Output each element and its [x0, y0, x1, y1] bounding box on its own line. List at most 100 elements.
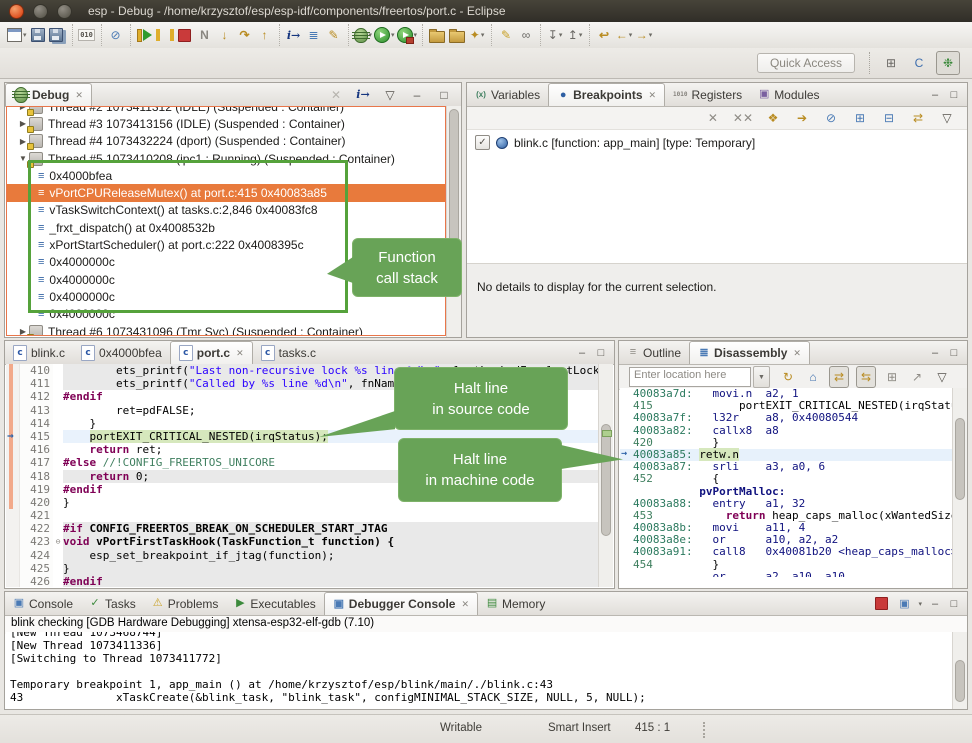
toolbar-run-launch[interactable]: ▾	[374, 25, 395, 45]
toolbar-show-execution-context[interactable]: ≣	[305, 25, 323, 45]
toolbar-search-wizard[interactable]: ✦▾	[468, 25, 486, 45]
toolbar-back[interactable]: ←▾	[615, 25, 633, 45]
panel-maximize-button[interactable]: □	[948, 598, 960, 610]
breakpoint-item[interactable]: ✓ blink.c [function: app_main] [type: Te…	[467, 130, 967, 150]
toolbar-save-all[interactable]	[49, 25, 67, 45]
panel-minimize-button[interactable]: –	[929, 598, 941, 610]
scrollbar-thumb[interactable]	[955, 418, 965, 500]
toolbar-pin[interactable]: ↗	[908, 367, 926, 387]
fold-marker-icon[interactable]: ⊖	[53, 535, 63, 548]
tab-close-icon[interactable]: ✕	[236, 348, 244, 359]
window-close-button[interactable]	[9, 4, 24, 19]
panel-minimize-button[interactable]: –	[576, 347, 588, 359]
toolbar-binary-toggle[interactable]: 010	[78, 25, 96, 45]
toolbar-remove-breakpoint[interactable]: ✕	[704, 108, 722, 128]
toolbar-open-search[interactable]: ∞	[517, 25, 535, 45]
panel-maximize-button[interactable]: □	[948, 89, 960, 101]
toolbar-sync-with-active-context[interactable]: ⇄	[829, 366, 849, 388]
code-line[interactable]: 422#if CONFIG_FREERTOS_BREAK_ON_SCHEDULE…	[6, 522, 599, 535]
tab-problems[interactable]: ⚠Problems	[144, 592, 227, 615]
cpp-perspective-button[interactable]: C	[908, 52, 930, 74]
toolbar-new-wizard[interactable]: ▾	[7, 25, 27, 45]
debug-thread-row[interactable]: ▶Thread #6 1073431096 (Tmr Svc) (Suspend…	[7, 323, 445, 336]
tab-memory[interactable]: ▤Memory	[478, 592, 553, 615]
debug-thread-row[interactable]: ▼Thread #5 1073410208 (ipc1 : Running) (…	[7, 150, 445, 167]
toolbar-external-tools[interactable]: ▾	[397, 25, 418, 45]
toolbar-open-element[interactable]	[428, 25, 446, 45]
toolbar-skip-all-breakpoints[interactable]: ⊘	[822, 108, 840, 128]
toolbar-goto-breakpoint-file[interactable]: ➔	[793, 108, 811, 128]
breakpoint-checkbox[interactable]: ✓	[475, 135, 490, 150]
toolbar-view-menu[interactable]: ▽	[381, 85, 399, 105]
toolbar-step-into[interactable]: ↓	[216, 25, 234, 45]
debug-frame-row[interactable]: ≡vTaskSwitchContext() at tasks.c:2,846 0…	[7, 202, 445, 219]
toolbar-debug-sourcelookup[interactable]: ✎	[325, 25, 343, 45]
toolbar-suspend[interactable]	[156, 25, 174, 45]
toolbar-resume[interactable]	[136, 25, 154, 45]
tab-blink-c[interactable]: cblink.c	[5, 341, 73, 364]
debug-frame-row[interactable]: ≡vPortCPUReleaseMutex() at port.c:415 0x…	[7, 184, 445, 201]
quick-access-field[interactable]: Quick Access	[757, 53, 855, 73]
tab-tasks[interactable]: ✓Tasks	[81, 592, 144, 615]
tab-close-icon[interactable]: ✕	[793, 348, 801, 359]
toolbar-skip-all-breakpoints[interactable]: ⊘	[107, 25, 125, 45]
window-maximize-button[interactable]	[57, 4, 72, 19]
tab-debug[interactable]: Debug ✕	[5, 83, 92, 106]
toolbar-forward[interactable]: →▾	[635, 25, 653, 45]
toolbar-show-breakpoint-types[interactable]: ❖	[764, 108, 782, 128]
panel-minimize-button[interactable]: –	[929, 89, 941, 101]
toolbar-home[interactable]: ⌂	[804, 367, 822, 387]
toolbar-instruction-stepping[interactable]: i→	[285, 25, 303, 45]
debug-thread-row[interactable]: ▶Thread #2 1073411312 (IDLE) (Suspended …	[7, 106, 445, 115]
toolbar-debug-launch[interactable]: ▾	[354, 25, 373, 45]
tab-close-icon[interactable]: ✕	[461, 599, 469, 610]
toolbar-refresh[interactable]: ↻	[779, 367, 797, 387]
scrollbar-thumb[interactable]	[601, 424, 611, 536]
location-dropdown-icon[interactable]: ▼	[753, 366, 770, 388]
scrollbar-thumb[interactable]	[955, 660, 965, 702]
dropdown-arrow-icon[interactable]: ▾	[918, 600, 922, 608]
debug-frame-row[interactable]: ≡_frxt_dispatch() at 0x4008532b	[7, 219, 445, 236]
toolbar-terminate[interactable]	[176, 25, 194, 45]
debug-frame-row[interactable]: ≡0x4000bfea	[7, 167, 445, 184]
tab-port-c[interactable]: cport.c✕	[170, 341, 253, 364]
toolbar-step-return[interactable]: ↑	[256, 25, 274, 45]
console-output[interactable]: [New Thread 1073468744][New Thread 10734…	[6, 632, 952, 708]
toolbar-step-over[interactable]: ↷	[236, 25, 254, 45]
tab-registers[interactable]: 1010Registers	[665, 83, 750, 106]
panel-display-selected-console-icon[interactable]: ▣	[898, 597, 910, 610]
tab-executables[interactable]: ▶Executables	[226, 592, 323, 615]
toolbar-open-resource[interactable]	[448, 25, 466, 45]
toolbar-view-menu[interactable]: ▽	[933, 367, 951, 387]
panel-maximize-button[interactable]: □	[595, 347, 607, 359]
code-line[interactable]: 423⊖void vPortFirstTaskHook(TaskFunction…	[6, 535, 599, 548]
toolbar-link-with-debug-view[interactable]: ⇄	[909, 108, 927, 128]
open-perspective-button[interactable]: ⊞	[880, 52, 902, 74]
code-line[interactable]: 426#endif	[6, 575, 599, 587]
disassembly-listing[interactable]: 40083a7d: movi.n a2, 1415 portEXIT_CRITI…	[620, 388, 952, 587]
toolbar-remove-all-terminated[interactable]: ✕	[327, 85, 345, 105]
tab-disassembly[interactable]: ≣Disassembly✕	[689, 341, 810, 364]
toolbar-next-annotation[interactable]: ↧▾	[546, 25, 564, 45]
toolbar-terminate[interactable]	[872, 594, 890, 614]
halt-line-marker[interactable]	[602, 430, 612, 437]
code-line[interactable]: 421	[6, 509, 599, 522]
toolbar-instruction-stepping-mode[interactable]: i→	[354, 85, 372, 105]
location-input[interactable]: Enter location here	[629, 367, 751, 387]
toolbar-maximize[interactable]: □	[435, 85, 453, 105]
tab-close-icon[interactable]: ✕	[75, 90, 83, 101]
toolbar-save[interactable]	[29, 25, 47, 45]
code-line[interactable]: 425}	[6, 562, 599, 575]
tab-modules[interactable]: ▣Modules	[750, 83, 827, 106]
toolbar-expand-all[interactable]: ⊞	[851, 108, 869, 128]
toolbar-last-edit-location[interactable]: ↩	[595, 25, 613, 45]
toolbar-remove-all-breakpoints[interactable]: ✕✕	[733, 108, 753, 128]
tab-close-icon[interactable]: ✕	[649, 90, 657, 101]
tab-console[interactable]: ▣Console	[5, 592, 81, 615]
tab-tasks-c[interactable]: ctasks.c	[253, 341, 324, 364]
code-line[interactable]: 424 esp_set_breakpoint_if_jtag(function)…	[6, 549, 599, 562]
toolbar-show-source[interactable]: ⇆	[856, 366, 876, 388]
toolbar-restart[interactable]: N	[196, 25, 214, 45]
disassembly-line[interactable]: or a2, a10, a10	[620, 571, 952, 577]
window-minimize-button[interactable]	[33, 4, 48, 19]
